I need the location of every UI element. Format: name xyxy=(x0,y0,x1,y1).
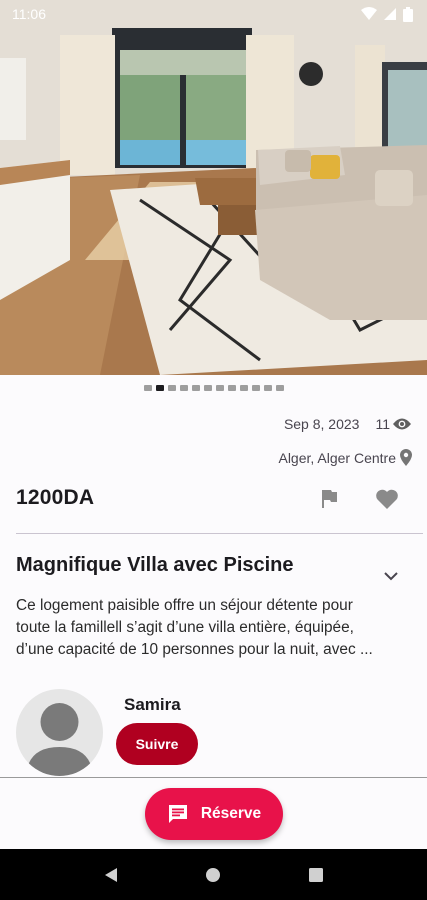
system-nav-bar xyxy=(0,849,427,900)
pager-dot[interactable] xyxy=(191,385,200,391)
listing-photo[interactable] xyxy=(0,0,427,375)
chevron-down-icon xyxy=(384,571,398,580)
battery-icon xyxy=(403,6,413,22)
reserve-button[interactable]: Réserve xyxy=(145,788,283,840)
pager-dot[interactable] xyxy=(251,385,260,391)
follow-button[interactable]: Suivre xyxy=(116,723,198,765)
pager-dot[interactable] xyxy=(263,385,272,391)
heart-icon xyxy=(376,489,398,509)
message-icon xyxy=(168,805,187,823)
eye-icon xyxy=(393,418,411,430)
listing-title: Magnifique Villa avec Piscine xyxy=(16,554,294,576)
pager-dot[interactable] xyxy=(203,385,212,391)
view-count-value: 11 xyxy=(375,416,390,432)
report-button[interactable] xyxy=(316,486,342,512)
listing-price: 1200DA xyxy=(16,486,95,509)
pager-dot-active[interactable] xyxy=(155,385,164,391)
pager-dot[interactable] xyxy=(215,385,224,391)
status-icons xyxy=(361,6,413,22)
status-bar: 11:06 xyxy=(0,0,427,28)
wifi-icon xyxy=(361,7,377,20)
location-text: Alger, Alger Centre xyxy=(278,449,396,466)
living-room-photo xyxy=(0,0,427,375)
view-count: 11 xyxy=(375,416,412,432)
recents-icon[interactable] xyxy=(308,867,324,883)
pager-dot[interactable] xyxy=(227,385,236,391)
photo-pager[interactable] xyxy=(0,385,427,391)
pager-dot[interactable] xyxy=(143,385,152,391)
flag-icon xyxy=(322,490,337,508)
divider xyxy=(0,777,427,778)
back-icon[interactable] xyxy=(103,867,119,883)
divider xyxy=(16,533,423,534)
pager-dot[interactable] xyxy=(239,385,248,391)
home-icon[interactable] xyxy=(205,867,221,883)
description-line: toute la famillell s’agit d’une villa en… xyxy=(16,619,354,636)
pager-dot[interactable] xyxy=(275,385,284,391)
listing-location: Alger, Alger Centre xyxy=(278,449,412,466)
signal-icon xyxy=(384,8,396,20)
host-name: Samira xyxy=(124,695,181,714)
description-line: Ce logement paisible offre un séjour dét… xyxy=(16,597,353,614)
pager-dot[interactable] xyxy=(167,385,176,391)
reserve-label: Réserve xyxy=(200,805,262,822)
host-avatar[interactable] xyxy=(16,689,103,776)
status-time: 11:06 xyxy=(12,6,46,22)
favorite-button[interactable] xyxy=(372,484,402,514)
listing-date: Sep 8, 2023 xyxy=(283,416,360,432)
description-line: d’une capacité de 10 personnes pour la n… xyxy=(16,641,373,658)
listing-meta: Sep 8, 2023 11 xyxy=(284,416,412,432)
listing-description: Ce logement paisible offre un séjour dét… xyxy=(16,595,416,661)
expand-description-button[interactable] xyxy=(379,564,403,588)
location-pin-icon xyxy=(400,449,412,466)
pager-dot[interactable] xyxy=(179,385,188,391)
person-icon xyxy=(26,703,93,776)
